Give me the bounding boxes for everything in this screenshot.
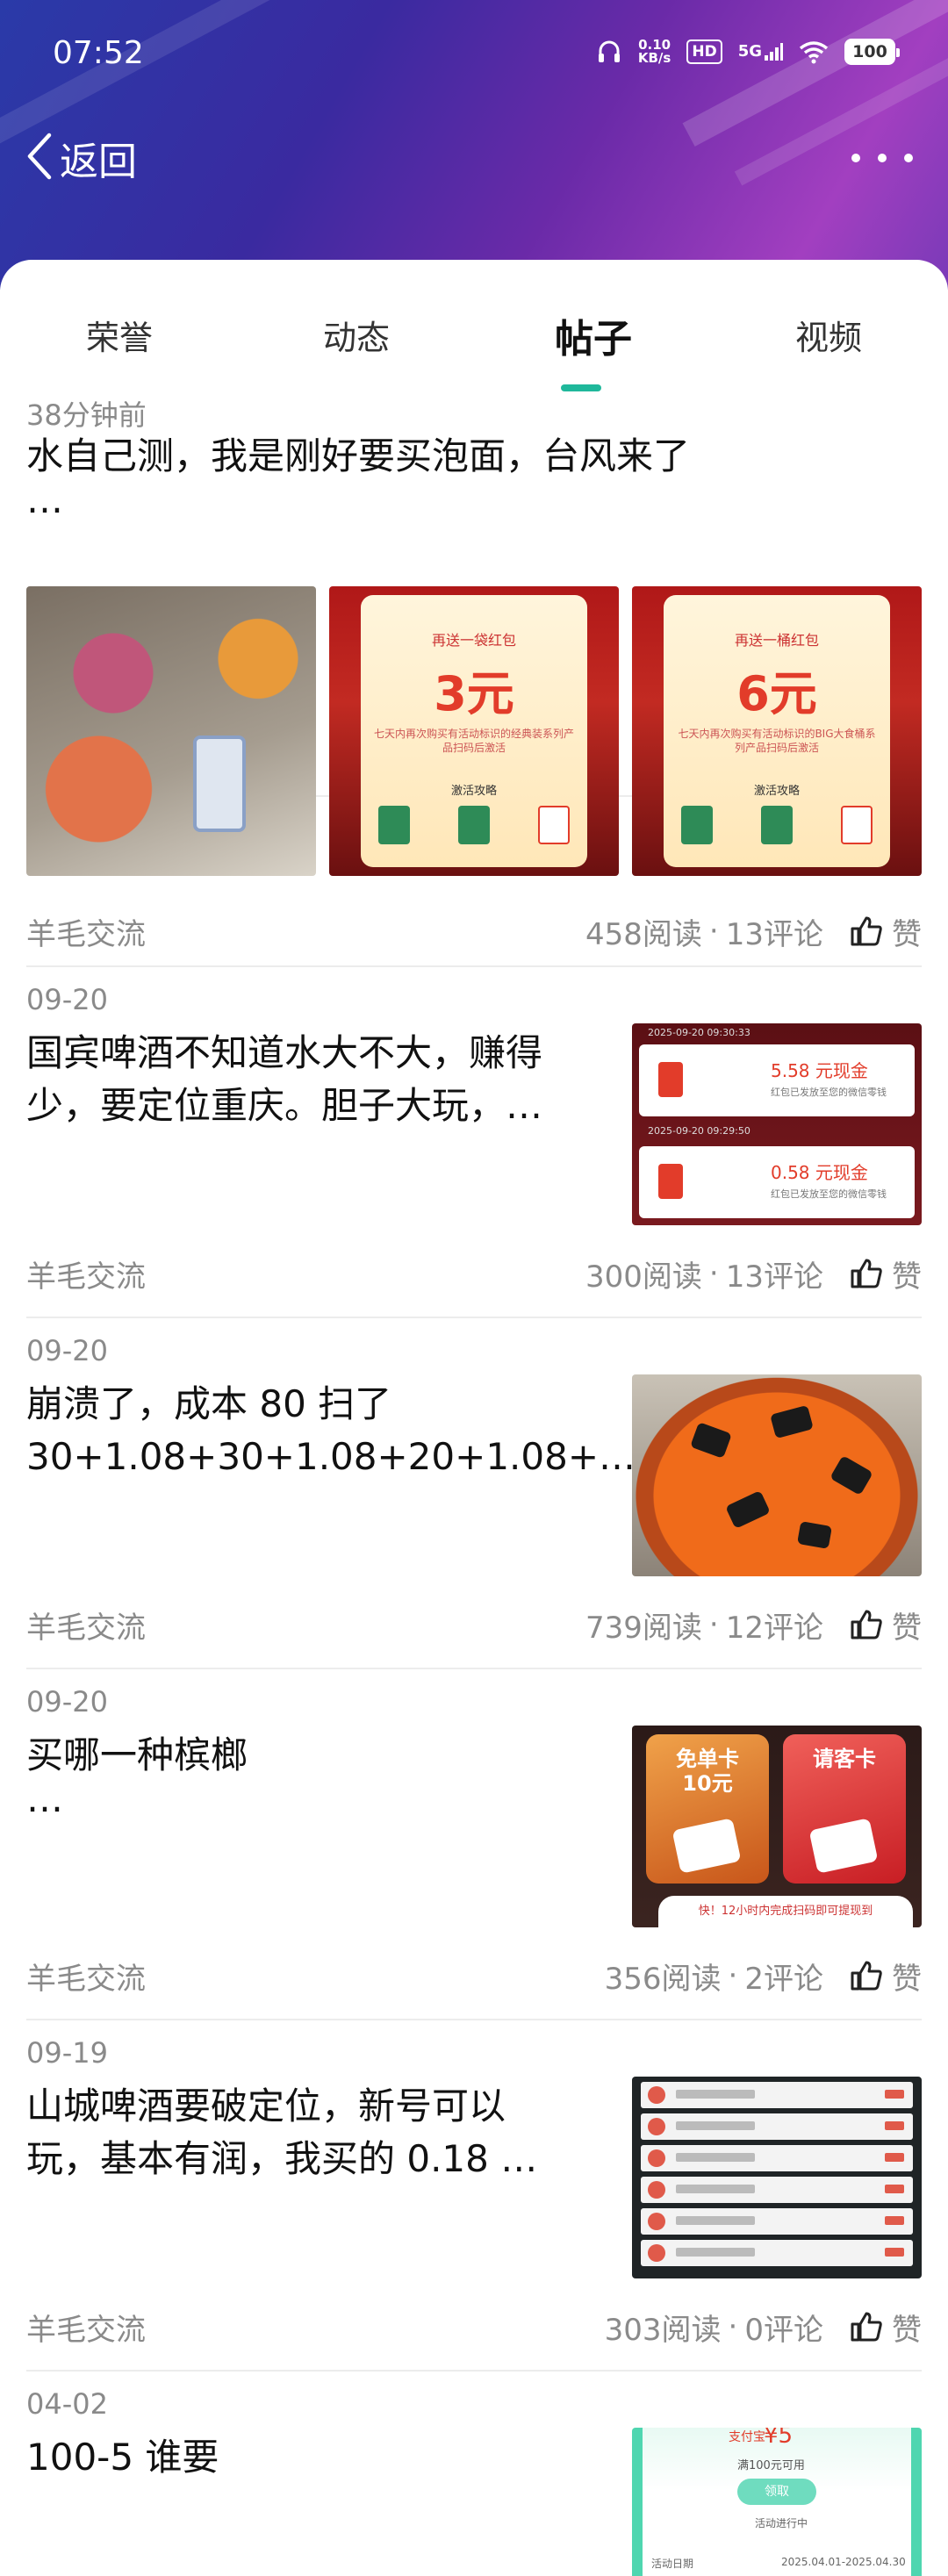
post-category[interactable]: 羊毛交流 (26, 910, 146, 953)
comment-count: 0评论 (744, 2312, 823, 2348)
post-stats: 356阅读 · 2评论 (605, 1955, 823, 1998)
comment-count: 13评论 (725, 1259, 823, 1295)
signal-5g-icon: 5G (738, 37, 783, 67)
post-item[interactable]: 09-20 买哪一种槟榔 … 免单卡 10元 请客卡 快！12小时内完成扫码即可… (26, 1668, 922, 2019)
post-stats: 739阅读 · 12评论 (585, 1604, 823, 1647)
read-count: 300阅读 (585, 1259, 702, 1295)
more-dots-icon (851, 154, 860, 162)
brand-logo (808, 1818, 879, 1874)
post-date: 38分钟前 (26, 398, 147, 432)
post-footer: 羊毛交流 739阅读 · 12评论 赞 (26, 1603, 922, 1647)
post-image[interactable]: 再送一桶红包 6元 七天内再次购买有活动标识的BIG大食桶系列产品扫码后激活 激… (632, 586, 922, 876)
nav-bar: 返回 (0, 123, 948, 193)
post-title: 山城啤酒要破定位，新号可以 玩，基本有润，我买的 0.18 … (26, 2084, 538, 2180)
status-icons: 0.10 KB/s HD 5G 100 (596, 37, 900, 67)
back-button[interactable]: 返回 (25, 123, 137, 193)
thumbs-up-icon (851, 1610, 882, 1640)
post-date: 09-20 (26, 983, 108, 1016)
post-stats: 303阅读 · 0评论 (605, 2306, 823, 2349)
more-options-button[interactable] (851, 140, 913, 176)
post-date: 09-19 (26, 2036, 108, 2070)
brand-logo (672, 1818, 742, 1874)
tab-activity[interactable]: 动态 (323, 311, 390, 359)
post-category[interactable]: 羊毛交流 (26, 1955, 146, 1998)
post-date: 04-02 (26, 2387, 108, 2421)
hd-badge: HD (686, 39, 722, 64)
comment-count: 12评论 (725, 1610, 823, 1646)
tab-posts[interactable]: 帖子 (555, 307, 632, 363)
like-button[interactable]: 赞 (850, 910, 922, 953)
like-button[interactable]: 赞 (850, 2306, 922, 2349)
like-button[interactable]: 赞 (850, 1252, 922, 1295)
like-button[interactable]: 赞 (850, 1604, 922, 1647)
tab-honors[interactable]: 荣誉 (86, 311, 153, 359)
post-title: 买哪一种槟榔 … (26, 1733, 248, 1820)
thumbs-up-icon (851, 1259, 882, 1288)
post-date: 09-20 (26, 1685, 108, 1719)
post-footer: 羊毛交流 303阅读 · 0评论 赞 (26, 2305, 922, 2349)
post-item[interactable]: 09-20 崩溃了，成本 80 扫了 30+1.08+30+1.08+20+1.… (26, 1317, 922, 1668)
red-envelope-icon (658, 1164, 683, 1199)
battery-icon: 100 (844, 39, 900, 65)
like-button[interactable]: 赞 (850, 1955, 922, 1998)
post-stats: 458阅读 · 13评论 (585, 910, 823, 953)
post-date: 09-20 (26, 1334, 108, 1367)
status-bar: 07:52 0.10 KB/s HD 5G 100 (0, 0, 948, 105)
post-image[interactable]: 免单卡 10元 请客卡 快！12小时内完成扫码即可提现到 (632, 1726, 922, 1927)
headphones-icon (596, 37, 622, 67)
post-title: 崩溃了，成本 80 扫了 30+1.08+30+1.08+20+1.08+… (26, 1382, 632, 1478)
post-item[interactable]: 04-02 100-5 谁要 支付宝 ¥5 满100元可用 领取 活动进行中 活… (26, 2370, 922, 2576)
post-image[interactable]: 2025-09-20 09:30:33 5.58 元现金 红包已发放至您的微信零… (632, 1023, 922, 1225)
post-category[interactable]: 羊毛交流 (26, 1604, 146, 1647)
back-label: 返回 (60, 140, 137, 184)
post-footer: 羊毛交流 356阅读 · 2评论 赞 (26, 1954, 922, 1998)
post-stats: 300阅读 · 13评论 (585, 1252, 823, 1295)
post-image[interactable] (632, 2077, 922, 2278)
post-title: 100-5 谁要 (26, 2436, 219, 2479)
thumbs-up-icon (851, 1961, 882, 1991)
network-speed: 0.10 KB/s (637, 37, 672, 66)
thumbs-up-icon (851, 916, 882, 946)
wifi-icon (799, 37, 829, 67)
status-time: 07:52 (53, 35, 144, 71)
pos-terminal-image (193, 735, 246, 832)
post-footer: 羊毛交流 300阅读 · 13评论 赞 (26, 1252, 922, 1295)
post-title: 水自己测，我是刚好要买泡面，台风来了 … (26, 434, 691, 521)
post-category[interactable]: 羊毛交流 (26, 1252, 146, 1295)
post-item[interactable]: 38分钟前 水自己测，我是刚好要买泡面，台风来了 … 再送一袋红包 3元 七天内… (26, 384, 922, 952)
post-image[interactable] (632, 1374, 922, 1576)
tab-bar: 荣誉 动态 帖子 视频 (0, 260, 948, 391)
read-count: 303阅读 (604, 2312, 722, 2348)
post-image[interactable]: 支付宝 ¥5 满100元可用 领取 活动进行中 活动日期 2025.04.01-… (632, 2428, 922, 2576)
profile-header: 07:52 0.10 KB/s HD 5G 100 返回 (0, 0, 948, 290)
comment-count: 2评论 (744, 1961, 823, 1997)
post-item[interactable]: 09-19 山城啤酒要破定位，新号可以 玩，基本有润，我买的 0.18 … 羊毛… (26, 2019, 922, 2370)
comment-count: 13评论 (725, 916, 823, 952)
chevron-left-icon (25, 132, 54, 184)
post-image[interactable]: 再送一袋红包 3元 七天内再次购买有活动标识的经典装系列产品扫码后激活 激活攻略 (329, 586, 619, 876)
read-count: 356阅读 (604, 1961, 722, 1997)
read-count: 458阅读 (585, 916, 702, 952)
tab-videos[interactable]: 视频 (795, 311, 862, 359)
post-title: 国宾啤酒不知道水大不大，赚得 少，要定位重庆。胆子大玩，… (26, 1031, 543, 1127)
read-count: 739阅读 (585, 1610, 702, 1646)
post-category[interactable]: 羊毛交流 (26, 2306, 146, 2349)
post-footer: 羊毛交流 458阅读 · 13评论 赞 (26, 909, 922, 953)
thumbs-up-icon (851, 2312, 882, 2342)
red-envelope-icon (658, 1062, 683, 1097)
post-image[interactable] (26, 586, 316, 876)
post-item[interactable]: 09-20 国宾啤酒不知道水大不大，赚得 少，要定位重庆。胆子大玩，… 2025… (26, 965, 922, 1317)
